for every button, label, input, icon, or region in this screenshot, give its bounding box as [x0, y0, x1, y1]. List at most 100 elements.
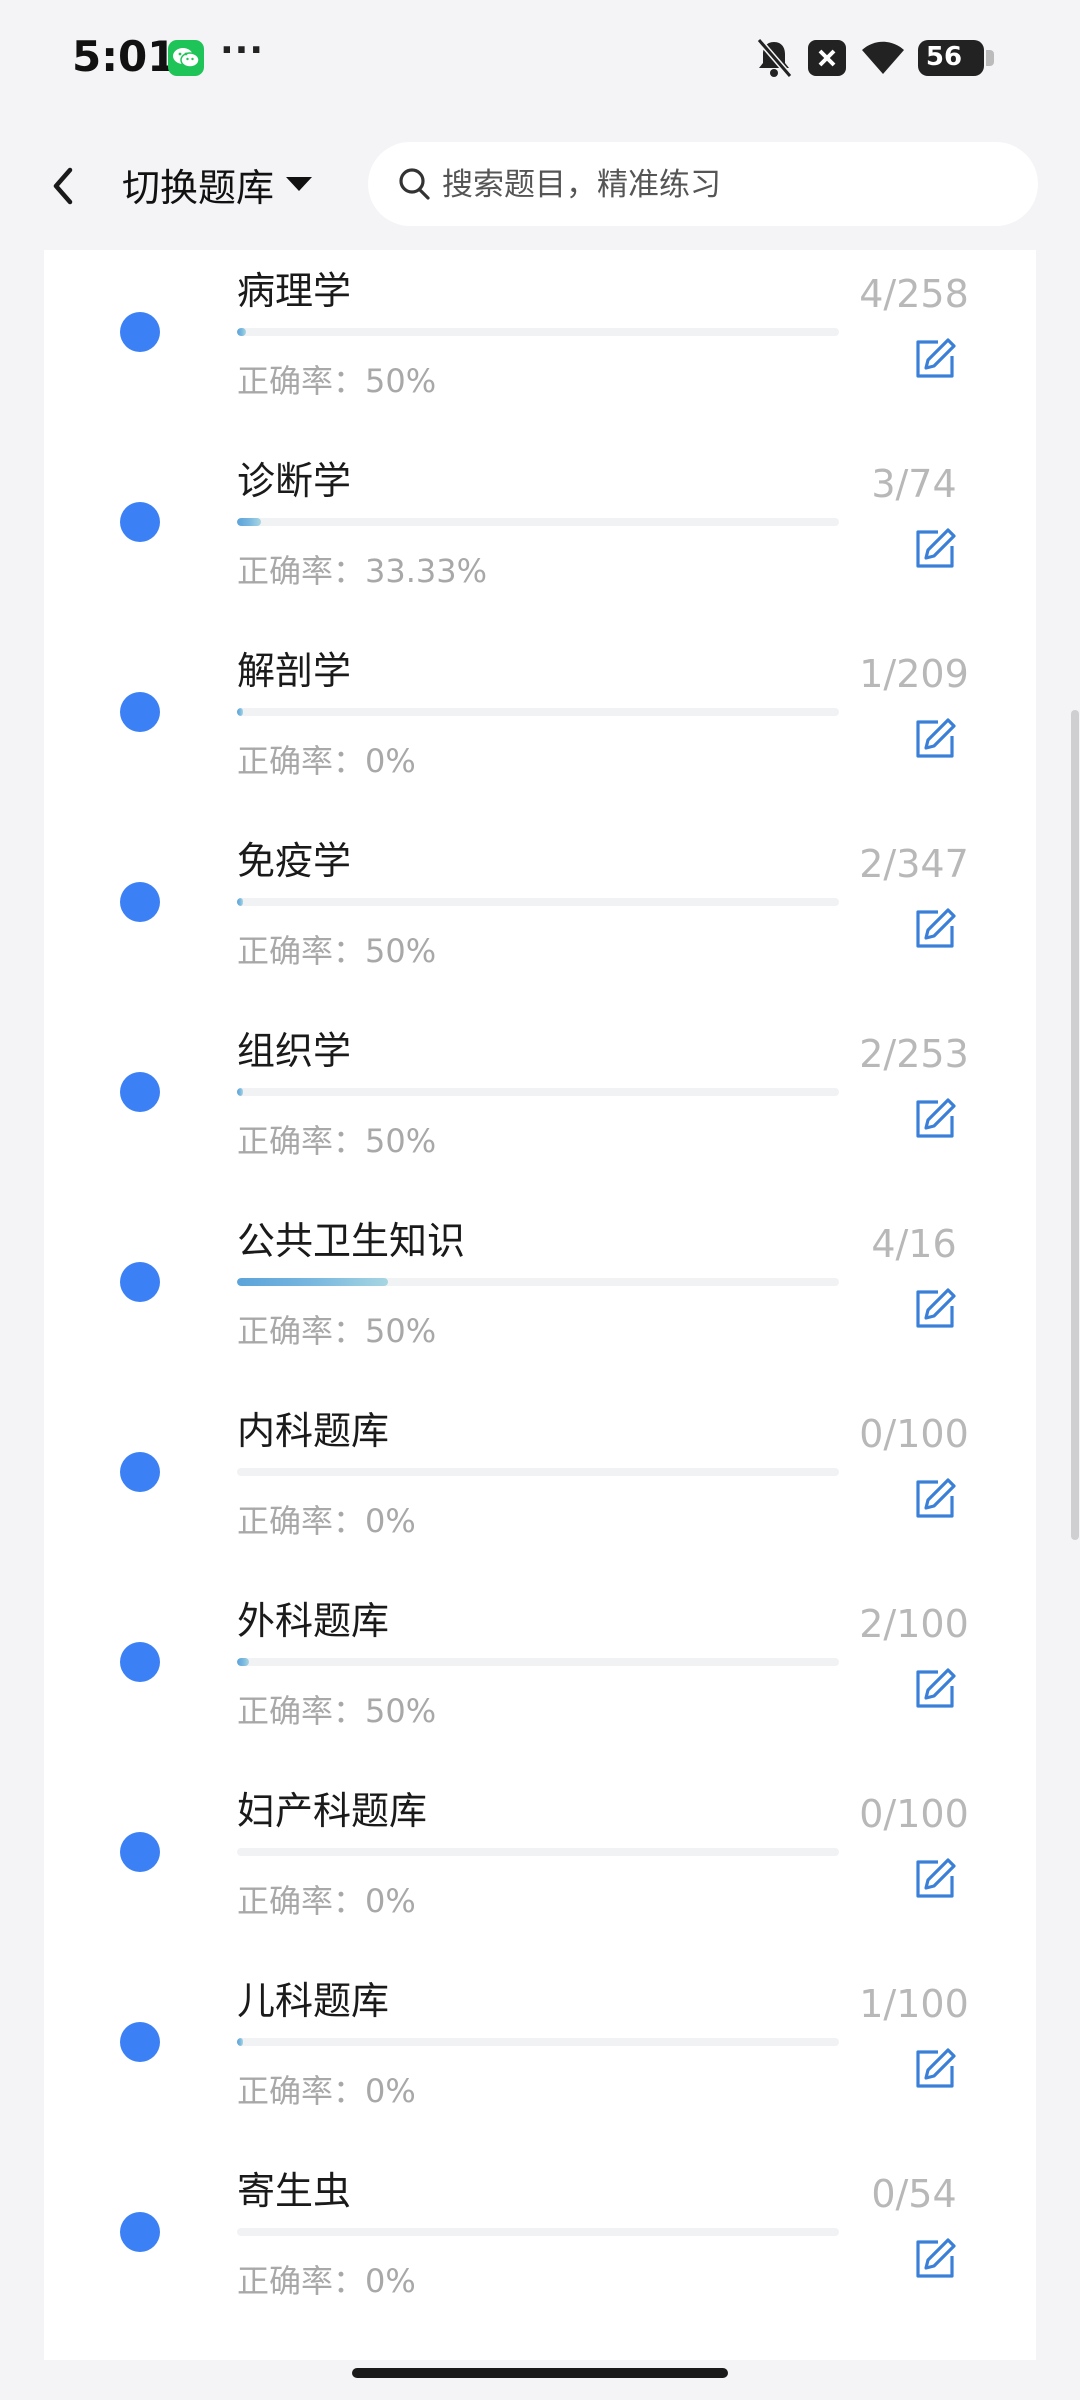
progress-bar: [237, 1278, 839, 1286]
switch-bank-dropdown[interactable]: 切换题库: [122, 154, 313, 214]
back-button[interactable]: [40, 158, 90, 214]
edit-icon[interactable]: [912, 2236, 958, 2282]
row-title: 组织学: [237, 1029, 352, 1073]
row-accuracy: 正确率：0%: [237, 2072, 416, 2110]
battery-level: 56: [925, 42, 963, 72]
progress-fill: [237, 518, 261, 526]
status-dot: [120, 1642, 160, 1682]
row-count: 2/100: [859, 1602, 969, 1646]
edit-icon[interactable]: [912, 336, 958, 382]
row-title: 寄生虫: [237, 2169, 352, 2213]
status-dot: [120, 312, 160, 352]
status-icons: 56: [754, 36, 1004, 80]
progress-fill: [237, 708, 243, 716]
progress-bar: [237, 2228, 839, 2236]
row-accuracy: 正确率：50%: [237, 1312, 437, 1350]
list-item[interactable]: 公共卫生知识正确率：50% 4/16: [44, 1180, 1036, 1370]
row-accuracy: 正确率：0%: [237, 1882, 416, 1920]
status-bar: 5:01 ··· 56: [0, 0, 1080, 118]
progress-bar: [237, 328, 839, 336]
row-count: 4/258: [859, 272, 969, 316]
battery-icon: 56: [918, 40, 994, 76]
close-box-icon: [808, 40, 846, 80]
edit-icon[interactable]: [912, 2046, 958, 2092]
row-count: 4/16: [871, 1222, 957, 1266]
progress-fill: [237, 1088, 243, 1096]
list-item[interactable]: 妇产科题库正确率：0% 0/100: [44, 1750, 1036, 1940]
progress-bar: [237, 1848, 839, 1856]
progress-bar: [237, 2038, 839, 2046]
list-item[interactable]: 病理学正确率：50% 4/258: [44, 230, 1036, 420]
status-dot: [120, 1262, 160, 1302]
progress-fill: [237, 2038, 243, 2046]
progress-bar: [237, 1468, 839, 1476]
status-time: 5:01: [72, 32, 177, 81]
edit-icon[interactable]: [912, 906, 958, 952]
row-title: 妇产科题库: [237, 1789, 428, 1833]
row-accuracy: 正确率：50%: [237, 362, 437, 400]
progress-bar: [237, 1658, 839, 1666]
status-dot: [120, 502, 160, 542]
progress-bar: [237, 898, 839, 906]
row-count: 1/100: [859, 1982, 969, 2026]
status-dot: [120, 1072, 160, 1112]
progress-bar: [237, 518, 839, 526]
wifi-icon: [860, 38, 906, 82]
edit-icon[interactable]: [912, 526, 958, 572]
list-item[interactable]: 组织学正确率：50% 2/253: [44, 990, 1036, 1180]
row-accuracy: 正确率：0%: [237, 742, 416, 780]
row-count: 2/253: [859, 1032, 969, 1076]
progress-fill: [237, 328, 246, 336]
more-notifications-indicator: ···: [220, 30, 265, 71]
list-item[interactable]: 儿科题库正确率：0% 1/100: [44, 1940, 1036, 2130]
list-item[interactable]: 外科题库 正确率：50% 2/100: [44, 1560, 1036, 1750]
row-title: 免疫学: [237, 839, 352, 883]
switch-bank-label: 切换题库: [122, 165, 275, 210]
list-item[interactable]: 诊断学正确率：33.33% 3/74: [44, 420, 1036, 610]
status-dot: [120, 2022, 160, 2062]
row-accuracy: 正确率：0%: [237, 1502, 416, 1540]
row-title: 儿科题库: [237, 1979, 390, 2023]
row-title: 诊断学: [237, 459, 352, 503]
search-icon: [396, 164, 434, 208]
row-accuracy: 正确率：33.33%: [237, 552, 488, 590]
row-count: 0/100: [859, 1412, 969, 1456]
status-dot: [120, 1832, 160, 1872]
search-input[interactable]: [440, 142, 1004, 228]
progress-bar: [237, 708, 839, 716]
list-item[interactable]: 寄生虫正确率：0% 0/54: [44, 2130, 1036, 2320]
row-accuracy: 正确率：50%: [237, 1122, 437, 1160]
row-title: 内科题库: [237, 1409, 390, 1453]
row-count: 2/347: [859, 842, 969, 886]
caret-down-icon: [286, 177, 313, 191]
edit-icon[interactable]: [912, 1666, 958, 1712]
progress-bar: [237, 1088, 839, 1096]
edit-icon[interactable]: [912, 1476, 958, 1522]
scrollbar[interactable]: [1071, 710, 1079, 1540]
progress-fill: [237, 898, 243, 906]
row-count: 0/100: [859, 1792, 969, 1836]
edit-icon[interactable]: [912, 716, 958, 762]
status-dot: [120, 882, 160, 922]
progress-fill: [237, 1658, 249, 1666]
row-title: 外科题库: [237, 1599, 390, 1643]
progress-fill: [237, 1278, 388, 1286]
list-item[interactable]: 免疫学正确率：50% 2/347: [44, 800, 1036, 990]
row-accuracy: 正确率：50%: [237, 932, 437, 970]
list-item[interactable]: 解剖学 正确率：0% 1/209: [44, 610, 1036, 800]
status-dot: [120, 2212, 160, 2252]
row-accuracy: 正确率：0%: [237, 2262, 416, 2300]
edit-icon[interactable]: [912, 1096, 958, 1142]
row-title: 病理学: [237, 269, 352, 313]
row-title: 解剖学: [237, 649, 352, 693]
search-box[interactable]: [368, 142, 1038, 228]
row-title: 公共卫生知识: [237, 1219, 466, 1263]
row-count: 0/54: [871, 2172, 957, 2216]
edit-icon[interactable]: [912, 1286, 958, 1332]
row-count: 3/74: [871, 462, 957, 506]
question-bank-list: 病理学正确率：50% 4/258 诊断学正确率：33.33% 3/74 解剖学正确率：0…: [44, 250, 1036, 2360]
bell-off-icon: [754, 36, 794, 84]
edit-icon[interactable]: [912, 1856, 958, 1902]
list-item[interactable]: 内科题库正确率：0% 0/100: [44, 1370, 1036, 1560]
home-indicator[interactable]: [352, 2368, 728, 2378]
